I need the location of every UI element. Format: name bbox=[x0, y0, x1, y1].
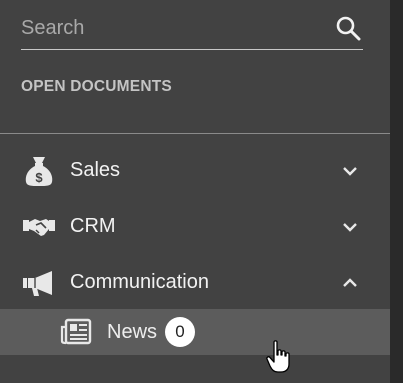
open-documents-heading: OPEN DOCUMENTS bbox=[21, 78, 172, 95]
chevron-up-icon[interactable] bbox=[340, 273, 360, 293]
search-icon[interactable] bbox=[335, 15, 361, 41]
sidebar-item-sales[interactable]: $ Sales bbox=[0, 147, 390, 195]
sidebar-item-communication[interactable]: Communication bbox=[0, 259, 390, 307]
chevron-down-icon[interactable] bbox=[340, 217, 360, 237]
search-input[interactable] bbox=[21, 15, 321, 41]
sidebar-item-crm[interactable]: CRM bbox=[0, 203, 390, 251]
divider bbox=[0, 133, 390, 134]
svg-text:$: $ bbox=[35, 170, 43, 185]
hand-cursor-icon bbox=[266, 340, 290, 373]
chevron-down-icon[interactable] bbox=[340, 161, 360, 181]
sidebar-subitem-news[interactable]: News 0 bbox=[0, 309, 390, 355]
handshake-icon bbox=[23, 219, 55, 236]
newspaper-icon bbox=[60, 318, 92, 345]
sidebar-subitem-label: News bbox=[107, 321, 158, 343]
search-field[interactable] bbox=[21, 11, 363, 50]
sidebar-panel: OPEN DOCUMENTS $ Sales CRM bbox=[0, 0, 390, 383]
sidebar-item-label: Communication bbox=[70, 271, 209, 293]
sidebar-item-label: CRM bbox=[70, 215, 116, 237]
sidebar-item-label: Sales bbox=[70, 159, 121, 181]
scroll-edge bbox=[390, 0, 403, 383]
count-badge: 0 bbox=[165, 317, 195, 347]
megaphone-icon bbox=[23, 271, 52, 296]
money-bag-icon: $ bbox=[25, 157, 53, 186]
